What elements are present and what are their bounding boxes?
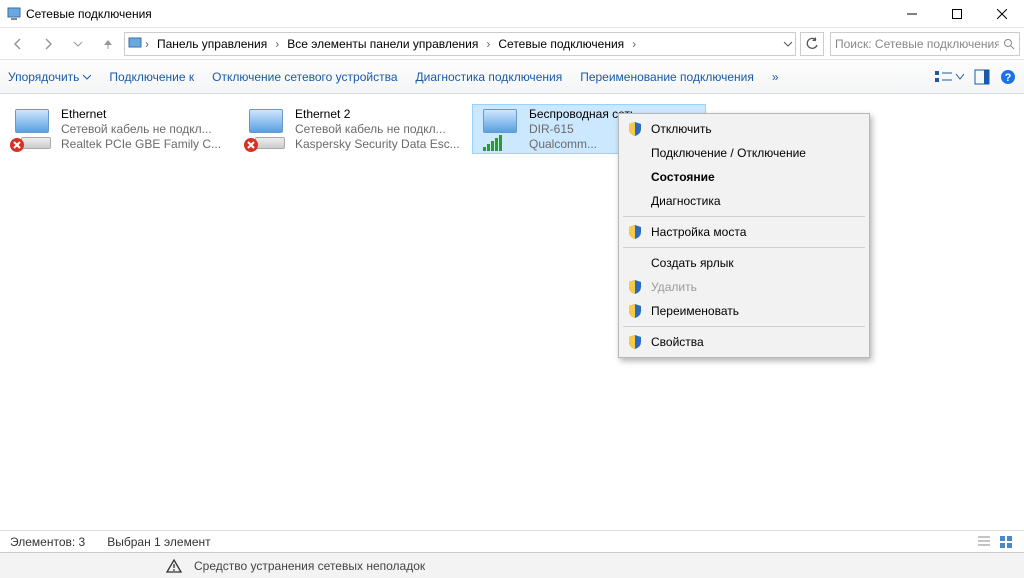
menu-separator	[623, 326, 865, 327]
network-icon	[127, 36, 143, 52]
menu-connect-disconnect[interactable]: Подключение / Отключение	[621, 141, 867, 165]
shield-icon	[627, 121, 643, 137]
address-bar[interactable]: › Панель управления › Все элементы панел…	[124, 32, 796, 56]
minimize-button[interactable]	[889, 0, 934, 27]
address-dropdown-icon[interactable]	[783, 39, 793, 49]
forward-button[interactable]	[34, 32, 62, 56]
notification-text: Средство устранения сетевых неполадок	[194, 559, 425, 573]
menu-separator	[623, 247, 865, 248]
menu-separator	[623, 216, 865, 217]
app-icon	[6, 6, 22, 22]
disable-device-button[interactable]: Отключение сетевого устройства	[212, 70, 397, 84]
diagnose-button[interactable]: Диагностика подключения	[416, 70, 563, 84]
adapter-name: Ethernet 2	[295, 107, 467, 122]
search-input[interactable]: Поиск: Сетевые подключения	[830, 32, 1020, 56]
shield-icon	[627, 279, 643, 295]
shield-icon	[627, 224, 643, 240]
maximize-button[interactable]	[934, 0, 979, 27]
navbar: › Панель управления › Все элементы панел…	[0, 28, 1024, 60]
recent-dropdown[interactable]	[64, 32, 92, 56]
menu-shortcut[interactable]: Создать ярлык	[621, 251, 867, 275]
shield-icon	[627, 334, 643, 350]
adapter-status: Сетевой кабель не подкл...	[295, 122, 467, 137]
content-area: Ethernet Сетевой кабель не подкл... Real…	[0, 94, 1024, 530]
svg-text:?: ?	[1005, 72, 1012, 84]
disconnected-icon	[9, 137, 25, 153]
window-title: Сетевые подключения	[22, 7, 889, 21]
menu-delete: Удалить	[621, 275, 867, 299]
back-button[interactable]	[4, 32, 32, 56]
window-controls	[889, 0, 1024, 27]
signal-icon	[483, 135, 502, 151]
search-placeholder: Поиск: Сетевые подключения	[835, 37, 999, 51]
toolbar: Упорядочить Подключение к Отключение сет…	[0, 60, 1024, 94]
wireless-icon	[477, 107, 523, 153]
connect-to-button[interactable]: Подключение к	[109, 70, 194, 84]
disconnected-icon	[243, 137, 259, 153]
notification-bar[interactable]: Средство устранения сетевых неполадок	[0, 552, 1024, 578]
refresh-button[interactable]	[800, 32, 824, 56]
search-icon	[1003, 38, 1015, 50]
adapter-device: Realtek PCIe GBE Family C...	[61, 137, 233, 151]
organize-menu[interactable]: Упорядочить	[8, 70, 91, 84]
view-options-icon[interactable]	[934, 69, 964, 85]
crumb-network-connections[interactable]: Сетевые подключения	[492, 35, 630, 53]
menu-rename[interactable]: Переименовать	[621, 299, 867, 323]
ethernet-icon	[9, 107, 55, 153]
preview-pane-icon[interactable]	[974, 69, 990, 85]
menu-diagnose[interactable]: Диагностика	[621, 189, 867, 213]
menu-status[interactable]: Состояние	[621, 165, 867, 189]
titlebar: Сетевые подключения	[0, 0, 1024, 28]
toolbar-more[interactable]: »	[772, 70, 779, 84]
menu-properties[interactable]: Свойства	[621, 330, 867, 354]
shield-icon	[627, 303, 643, 319]
rename-button[interactable]: Переименование подключения	[580, 70, 754, 84]
status-selected: Выбран 1 элемент	[107, 535, 210, 549]
ethernet2-icon	[243, 107, 289, 153]
statusbar: Элементов: 3 Выбран 1 элемент	[0, 530, 1024, 552]
context-menu: Отключить Подключение / Отключение Состо…	[618, 113, 870, 358]
adapter-name: Ethernet	[61, 107, 233, 122]
warning-icon	[166, 558, 182, 574]
adapter-status: Сетевой кабель не подкл...	[61, 122, 233, 137]
status-count: Элементов: 3	[10, 535, 85, 549]
close-button[interactable]	[979, 0, 1024, 27]
menu-bridge[interactable]: Настройка моста	[621, 220, 867, 244]
up-button[interactable]	[94, 32, 122, 56]
adapter-device: Kaspersky Security Data Esc...	[295, 137, 467, 151]
details-view-icon[interactable]	[976, 534, 992, 550]
crumb-control-panel[interactable]: Панель управления	[151, 35, 273, 53]
tiles-view-icon[interactable]	[998, 534, 1014, 550]
adapter-ethernet2[interactable]: Ethernet 2 Сетевой кабель не подкл... Ka…	[238, 104, 472, 154]
crumb-all-items[interactable]: Все элементы панели управления	[281, 35, 484, 53]
menu-disable[interactable]: Отключить	[621, 117, 867, 141]
adapter-ethernet[interactable]: Ethernet Сетевой кабель не подкл... Real…	[4, 104, 238, 154]
help-icon[interactable]: ?	[1000, 69, 1016, 85]
